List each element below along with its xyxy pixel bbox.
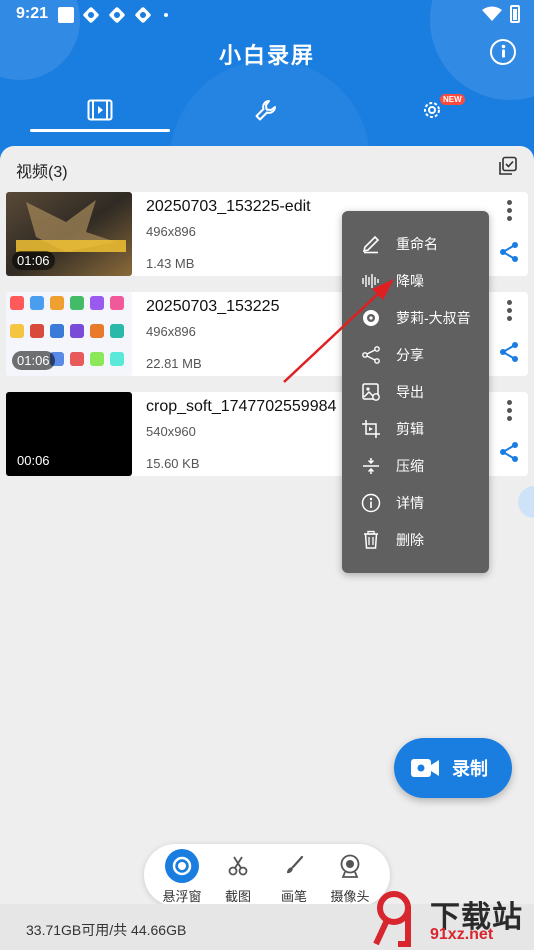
- video-resolution: 496x896: [146, 224, 196, 239]
- menu-item-label: 重命名: [396, 235, 438, 252]
- watermark-logo: [373, 891, 411, 947]
- video-icon: [87, 99, 113, 121]
- more-options-button[interactable]: [504, 400, 514, 426]
- menu-item-label: 降噪: [396, 272, 424, 289]
- tool-label: 截图: [224, 889, 251, 904]
- compress-icon: [360, 455, 382, 477]
- share-icon: [500, 342, 518, 362]
- pencil-icon: [360, 233, 382, 255]
- camera-icon: [332, 848, 368, 884]
- tab-tools[interactable]: [196, 90, 336, 130]
- section-title: 视频(3): [16, 164, 68, 181]
- more-options-button[interactable]: [504, 300, 514, 326]
- video-duration: 01:06: [12, 251, 55, 270]
- menu-item-rename[interactable]: 重命名: [342, 225, 489, 262]
- video-resolution: 540x960: [146, 424, 196, 439]
- menu-item-label: 萝莉-大叔音: [396, 309, 471, 326]
- tool-label: 悬浮窗: [162, 889, 202, 904]
- storage-info: 33.71GB可用/共 44.66GB: [26, 922, 187, 938]
- share-button[interactable]: [498, 341, 520, 368]
- share-icon: [500, 242, 518, 262]
- video-size: 15.60 KB: [146, 456, 200, 471]
- menu-item-label: 详情: [396, 494, 424, 511]
- waveform-icon: [360, 270, 382, 292]
- video-name: crop_soft_1747702559984: [146, 398, 337, 415]
- menu-item-clip[interactable]: 剪辑: [342, 410, 489, 447]
- info-icon: [360, 492, 382, 514]
- floating-window-icon: [164, 848, 200, 884]
- status-time: 9:21: [16, 5, 49, 22]
- menu-item-denoise[interactable]: 降噪: [342, 262, 489, 299]
- menu-item-label: 导出: [396, 383, 424, 400]
- notification-square-icon: [58, 7, 74, 23]
- more-options-button[interactable]: [504, 200, 514, 226]
- status-bar: 9:21: [0, 0, 534, 30]
- more-notifications-dot: [164, 13, 168, 17]
- status-right-icons: [482, 5, 520, 23]
- notification-app-icon: [135, 7, 151, 23]
- tab-settings[interactable]: NEW: [362, 90, 502, 130]
- record-button[interactable]: 录制: [394, 738, 512, 798]
- crop-icon: [360, 418, 382, 440]
- share-icon: [500, 442, 518, 462]
- video-size: 1.43 MB: [146, 256, 195, 271]
- video-duration: 00:06: [17, 453, 50, 468]
- share-button[interactable]: [498, 241, 520, 268]
- video-size: 22.81 MB: [146, 356, 202, 371]
- tool-brush[interactable]: 画笔: [266, 848, 322, 904]
- menu-item-voice-change[interactable]: 萝莉-大叔音: [342, 299, 489, 336]
- notification-app-icon: [83, 7, 99, 23]
- menu-item-label: 剪辑: [396, 420, 424, 437]
- menu-item-details[interactable]: 详情: [342, 484, 489, 521]
- wrench-icon: [255, 100, 276, 121]
- video-camera-icon: [411, 759, 439, 777]
- wifi-icon: [482, 6, 502, 21]
- tool-floating-window[interactable]: 悬浮窗: [154, 848, 210, 904]
- watermark-url: 91xz.net: [430, 926, 494, 943]
- menu-item-label: 分享: [396, 346, 424, 363]
- video-thumbnail: 01:06: [6, 192, 132, 276]
- app-title: 小白录屏: [218, 43, 315, 68]
- menu-item-compress[interactable]: 压缩: [342, 447, 489, 484]
- voice-change-icon: [360, 307, 382, 329]
- tool-screenshot[interactable]: 截图: [210, 848, 266, 904]
- floating-toolbar: 悬浮窗 截图 画笔 摄像头: [144, 844, 390, 906]
- scissors-icon: [220, 848, 256, 884]
- video-resolution: 496x896: [146, 324, 196, 339]
- tab-videos[interactable]: [30, 90, 170, 130]
- menu-item-export[interactable]: 导出: [342, 373, 489, 410]
- new-badge: NEW: [440, 94, 465, 105]
- tab-indicator: [30, 129, 170, 132]
- notification-app-icon: [109, 7, 125, 23]
- site-watermark: 下载站 91xz.net: [368, 888, 528, 948]
- share-button[interactable]: [498, 441, 520, 468]
- video-thumbnail: 01:06: [6, 292, 132, 376]
- app-header: 9:21 小白录屏 NEW: [0, 0, 534, 170]
- multi-select-button[interactable]: [498, 156, 518, 181]
- menu-item-share[interactable]: 分享: [342, 336, 489, 373]
- trash-icon: [360, 529, 382, 551]
- record-button-label: 录制: [452, 759, 488, 779]
- menu-item-label: 压缩: [396, 457, 424, 474]
- tool-label: 画笔: [280, 889, 307, 904]
- video-name: 20250703_153225-edit: [146, 198, 311, 215]
- checkbox-multi-icon: [499, 156, 517, 175]
- video-thumbnail: 00:06: [6, 392, 132, 476]
- menu-item-delete[interactable]: 删除: [342, 521, 489, 558]
- notification-icons: [58, 6, 168, 24]
- menu-item-label: 删除: [396, 531, 424, 548]
- battery-icon: [510, 5, 520, 23]
- info-button[interactable]: [490, 39, 516, 65]
- brush-icon: [276, 848, 312, 884]
- export-image-icon: [360, 381, 382, 403]
- video-context-menu: 重命名 降噪 萝莉-大叔音 分享 导出 剪辑 压缩 详情 删除: [342, 211, 489, 573]
- share-icon: [360, 344, 382, 366]
- info-icon: [501, 44, 505, 58]
- video-name: 20250703_153225: [146, 298, 280, 315]
- video-duration: 01:06: [12, 351, 55, 370]
